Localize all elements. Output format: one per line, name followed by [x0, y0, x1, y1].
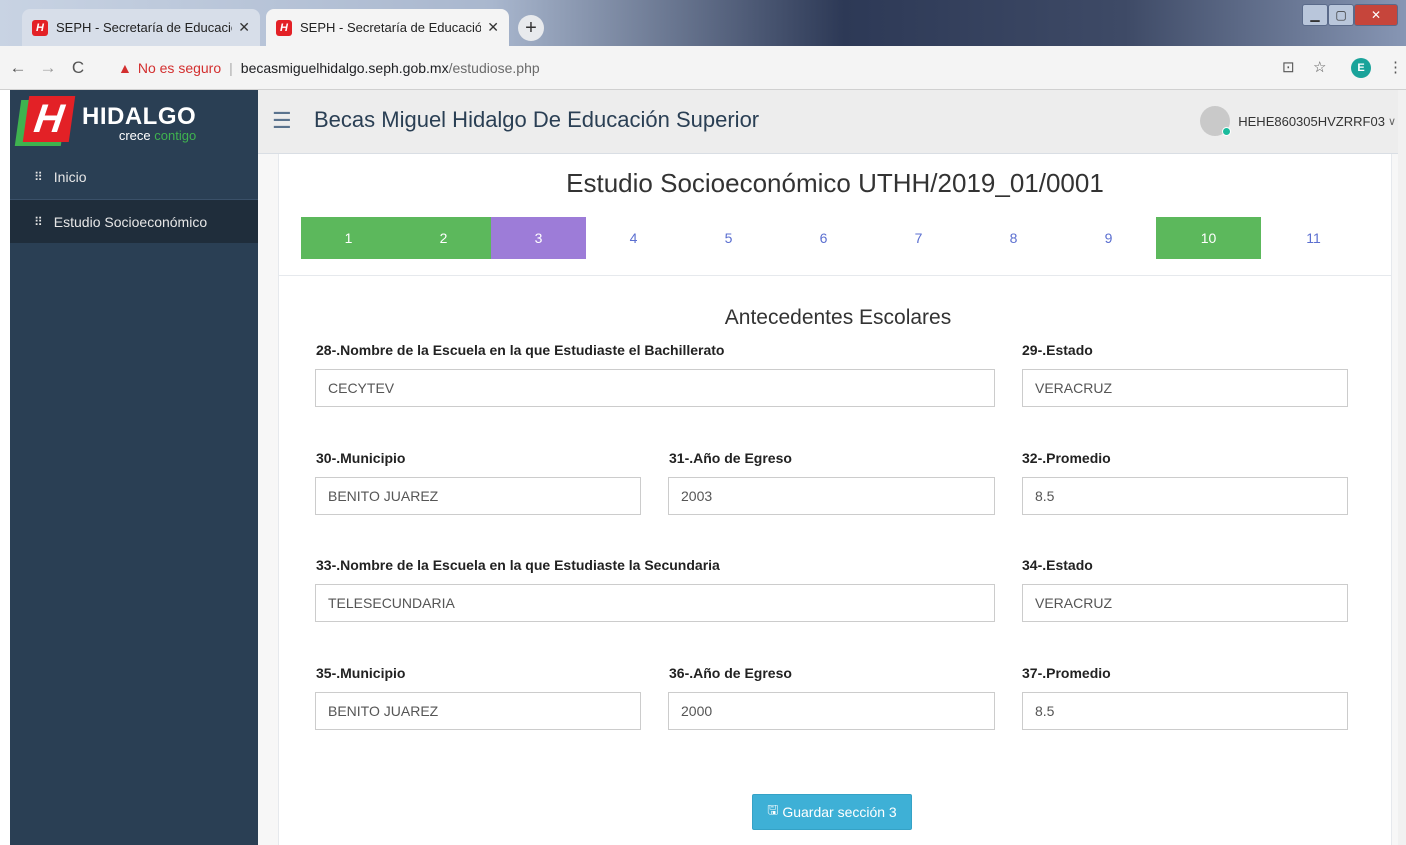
reload-icon[interactable]: C [66, 58, 90, 78]
wizard-step-3[interactable]: 3 [491, 217, 586, 259]
new-tab-button[interactable]: + [518, 15, 544, 41]
q33-label: 33-.Nombre de la Escuela en la que Estud… [316, 557, 720, 573]
q37-label: 37-.Promedio [1022, 665, 1111, 681]
secundaria-school-input[interactable]: TELESECUNDARIA [315, 584, 995, 622]
address-separator: | [229, 60, 233, 76]
menu-toggle-icon[interactable]: ☰ [272, 108, 292, 134]
user-menu[interactable]: HEHE860305HVZRRF03 ∨ [1200, 106, 1396, 136]
sidebar-item-label: Estudio Socioeconómico [53, 213, 208, 230]
browser-tab-active[interactable]: H SEPH - Secretaría de Educación P ✕ [266, 9, 509, 46]
wizard-step-11[interactable]: 11 [1261, 217, 1366, 259]
close-tab-icon[interactable]: ✕ [238, 19, 250, 36]
back-arrow-icon[interactable]: ← [6, 58, 30, 78]
chevron-down-icon: ∨ [1387, 115, 1396, 128]
site-favicon-icon: H [276, 19, 292, 36]
translate-icon[interactable]: ⊡ [1282, 58, 1295, 76]
tab-title: SEPH - Secretaría de Educación P [56, 20, 232, 35]
grid-icon: ⠿ [34, 214, 43, 229]
minimize-window-button[interactable]: ▁ [1302, 4, 1328, 26]
hidalgo-logo-icon: H [14, 96, 76, 150]
address-bar[interactable]: ▲ No es seguro | becasmiguelhidalgo.seph… [118, 52, 1316, 84]
q30-label: 30-.Municipio [316, 450, 406, 466]
form-panel: Estudio Socioeconómico UTHH/2019_01/0001… [278, 154, 1392, 845]
wizard-step-2[interactable]: 2 [396, 217, 491, 259]
save-section-button[interactable]: 🖫 Guardar sección 3 [752, 794, 912, 830]
url-path: /estudiose.php [448, 60, 540, 76]
profile-avatar[interactable]: E [1351, 58, 1371, 78]
grid-icon: ⠿ [34, 170, 43, 184]
bachillerato-school-input[interactable]: CECYTEV [315, 369, 995, 407]
secundaria-state-input[interactable]: VERACRUZ [1022, 584, 1348, 622]
sidebar-item-estudio-socioeconomico[interactable]: ⠿ Estudio Socioeconómico [10, 199, 258, 243]
wizard-step-1[interactable]: 1 [301, 217, 396, 259]
warning-triangle-icon: ▲ [118, 60, 132, 76]
close-tab-icon[interactable]: ✕ [487, 19, 499, 36]
bookmark-star-icon[interactable]: ☆ [1313, 58, 1326, 76]
q31-label: 31-.Año de Egreso [669, 450, 792, 466]
section-title: Antecedentes Escolares [724, 306, 952, 329]
maximize-window-button[interactable]: ▢ [1328, 4, 1354, 26]
wizard-steps: 1 2 3 4 5 6 7 8 9 10 11 [301, 217, 1366, 259]
sidebar-item-label: Inicio [53, 169, 87, 185]
close-window-button[interactable]: ✕ [1354, 4, 1398, 26]
wizard-step-6[interactable]: 6 [776, 217, 871, 259]
tab-title: SEPH - Secretaría de Educación P [300, 20, 482, 35]
user-id: HEHE860305HVZRRF03 [1238, 113, 1385, 129]
browser-menu-icon[interactable]: ⋮ [1388, 58, 1403, 76]
q36-label: 36-.Año de Egreso [669, 665, 792, 681]
bachillerato-municipality-input[interactable]: BENITO JUAREZ [315, 477, 641, 515]
url-host: becasmiguelhidalgo.seph.gob.mx [240, 60, 449, 76]
page-title: Estudio Socioeconómico UTHH/2019_01/0001 [566, 168, 1104, 198]
sidebar-item-inicio[interactable]: ⠿ Inicio [10, 155, 258, 199]
sidebar: H HIDALGO crece contigo ⠿ Inicio ⠿ Estud… [10, 90, 258, 845]
secundaria-average-input[interactable]: 8.5 [1022, 692, 1348, 730]
save-button-label: Guardar sección 3 [782, 804, 897, 820]
wizard-step-5[interactable]: 5 [681, 217, 776, 259]
browser-toolbar: ← → C ▲ No es seguro | becasmiguelhidalg… [0, 46, 1406, 90]
top-navbar: ☰ Becas Miguel Hidalgo De Educación Supe… [258, 90, 1406, 154]
browser-tab[interactable]: H SEPH - Secretaría de Educación P ✕ [22, 9, 260, 46]
security-status[interactable]: No es seguro [138, 60, 221, 76]
q28-label: 28-.Nombre de la Escuela en la que Estud… [316, 342, 725, 358]
app-title: Becas Miguel Hidalgo De Educación Superi… [314, 107, 760, 132]
forward-arrow-icon[interactable]: → [36, 58, 60, 78]
online-status-icon [1222, 127, 1232, 136]
brand-logo[interactable]: H HIDALGO crece contigo [10, 90, 258, 156]
site-favicon-icon: H [32, 19, 48, 36]
floppy-disk-icon: 🖫 [767, 802, 779, 817]
wizard-step-10[interactable]: 10 [1156, 217, 1261, 259]
bachillerato-average-input[interactable]: 8.5 [1022, 477, 1348, 515]
brand-name: HIDALGO [82, 102, 197, 130]
browser-tab-strip: H SEPH - Secretaría de Educación P ✕ H S… [0, 0, 1406, 46]
q34-label: 34-.Estado [1022, 557, 1093, 573]
scrollbar[interactable] [1398, 90, 1406, 845]
q35-label: 35-.Municipio [316, 665, 406, 681]
bachillerato-year-input[interactable]: 2003 [668, 477, 995, 515]
bachillerato-state-input[interactable]: VERACRUZ [1022, 369, 1348, 407]
user-avatar [1200, 106, 1232, 136]
q29-label: 29-.Estado [1022, 342, 1093, 358]
q32-label: 32-.Promedio [1022, 450, 1111, 466]
wizard-step-7[interactable]: 7 [871, 217, 966, 259]
wizard-step-4[interactable]: 4 [586, 217, 681, 259]
brand-tagline: crece contigo [118, 127, 197, 143]
divider [279, 275, 1391, 276]
secundaria-year-input[interactable]: 2000 [668, 692, 995, 730]
wizard-step-8[interactable]: 8 [966, 217, 1061, 259]
wizard-step-9[interactable]: 9 [1061, 217, 1156, 259]
page-content: H HIDALGO crece contigo ⠿ Inicio ⠿ Estud… [10, 90, 1406, 845]
secundaria-municipality-input[interactable]: BENITO JUAREZ [315, 692, 641, 730]
